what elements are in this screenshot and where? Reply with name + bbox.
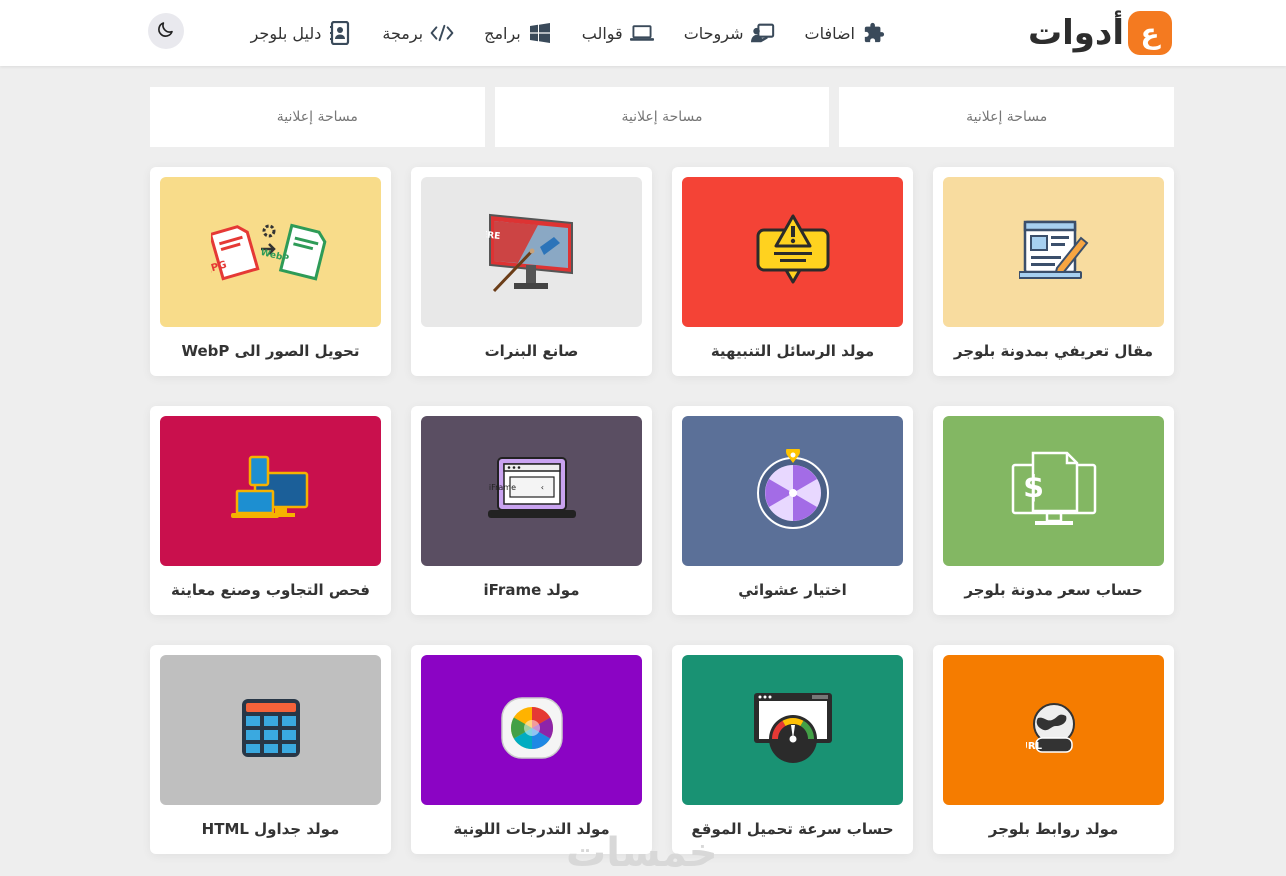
tool-card[interactable]: مولد التدرجات اللونية (411, 645, 652, 854)
tool-thumbnail (160, 416, 381, 566)
tool-card[interactable]: JPG WebP تحويل الصور الى WebP (150, 167, 391, 376)
color-wheel-icon (499, 695, 565, 765)
tool-thumbnail (682, 177, 903, 327)
speedometer-icon (752, 691, 834, 769)
tool-thumbnail (682, 416, 903, 566)
ad-slot[interactable]: مساحة إعلانية (839, 87, 1174, 147)
nav-label: برمجة (382, 23, 424, 43)
top-bar: ع أدوات اضافات شروحات قوالب برامج برمجة … (0, 0, 1286, 66)
table-icon (241, 698, 301, 762)
ad-row: مساحة إعلانية مساحة إعلانية مساحة إعلاني… (149, 87, 1174, 147)
ad-slot[interactable]: مساحة إعلانية (494, 87, 830, 147)
tool-thumbnail (160, 655, 381, 805)
contact-book-icon (328, 21, 352, 45)
tool-thumbnail (421, 655, 642, 805)
nav-item-plugins[interactable]: اضافات (805, 21, 887, 45)
tool-thumbnail (682, 655, 903, 805)
nav-label: برامج (484, 23, 521, 43)
iframe-laptop-icon: iFrame › (487, 456, 576, 526)
svg-text:$: $ (1023, 470, 1044, 505)
tool-title: صانع البنرات (484, 342, 579, 360)
alert-message-icon (756, 214, 830, 290)
tool-card[interactable]: اختيار عشوائي (672, 406, 913, 615)
logo-text: أدوات (1027, 13, 1125, 53)
tool-title: مولد الرسائل التنبيهية (710, 342, 875, 360)
tool-card[interactable]: مولد جداول HTML (150, 645, 391, 854)
spin-wheel-icon (755, 444, 831, 533)
svg-text:›: › (540, 483, 543, 492)
tool-thumbnail (943, 177, 1164, 327)
nav-item-programming[interactable]: برمجة (382, 21, 454, 45)
tools-grid: مقال تعريفي بمدونة بلوجر مولد الرسائل ال… (150, 167, 1174, 854)
nav-item-programs[interactable]: برامج (484, 21, 552, 45)
jpg-to-webp-icon: JPG WebP (205, 217, 331, 287)
tool-title: مولد جداول HTML (201, 820, 340, 838)
article-edit-icon (1017, 218, 1089, 286)
nav-label: شروحات (683, 23, 744, 43)
laptop-icon (629, 21, 654, 45)
nav-item-tutorials[interactable]: شروحات (684, 21, 775, 45)
tool-title: مقال تعريفي بمدونة بلوجر (953, 342, 1154, 360)
tool-card[interactable]: URL مولد روابط بلوجر (933, 645, 1174, 854)
responsive-devices-icon (230, 455, 311, 527)
tool-card[interactable]: iFrame › مولد iFrame (411, 406, 652, 615)
moon-icon (157, 20, 175, 42)
tool-thumbnail: ADVERTISING HERE (402, 177, 642, 327)
svg-text:URL: URL (1026, 741, 1043, 752)
nav-item-blogger-guide[interactable]: دليل بلوجر (251, 21, 353, 45)
logo-mark-icon: ع (1128, 11, 1172, 55)
tool-title: تحويل الصور الى WebP (181, 342, 360, 360)
teacher-icon (750, 21, 775, 45)
nav-label: دليل بلوجر (250, 23, 322, 43)
dollar-monitor-icon: $ (1011, 449, 1097, 533)
tool-title: حساب سعر مدونة بلوجر (964, 581, 1143, 599)
tool-title: فحص التجاوب وصنع معاينة (171, 581, 370, 599)
code-icon (430, 21, 454, 45)
billboard-icon: ADVERTISING HERE (402, 207, 578, 297)
theme-toggle-button[interactable] (148, 13, 184, 49)
watermark: خمسات (566, 830, 718, 876)
nav-label: اضافات (804, 23, 856, 43)
tool-title: مولد روابط بلوجر (988, 820, 1119, 838)
ad-slot[interactable]: مساحة إعلانية (149, 87, 485, 147)
tool-thumbnail: URL (943, 655, 1164, 805)
svg-text:iFrame: iFrame (488, 483, 515, 492)
windows-icon (528, 21, 552, 45)
tool-card[interactable]: مقال تعريفي بمدونة بلوجر (933, 167, 1174, 376)
tool-thumbnail: JPG WebP (160, 177, 381, 327)
puzzle-icon (862, 21, 886, 45)
tool-card[interactable]: فحص التجاوب وصنع معاينة (150, 406, 391, 615)
site-logo[interactable]: ع أدوات (1028, 10, 1172, 56)
url-globe-icon: URL (1019, 700, 1082, 760)
tool-card[interactable]: $ حساب سعر مدونة بلوجر (933, 406, 1174, 615)
tool-thumbnail: $ (943, 416, 1164, 566)
tool-card[interactable]: حساب سرعة تحميل الموقع (672, 645, 913, 854)
nav-item-templates[interactable]: قوالب (582, 21, 654, 45)
tool-card[interactable]: ADVERTISING HERE صانع البنرات (402, 167, 652, 376)
main-nav: اضافات شروحات قوالب برامج برمجة دليل بلو… (251, 16, 886, 50)
tool-title: مولد iFrame (483, 581, 580, 599)
tool-card[interactable]: مولد الرسائل التنبيهية (672, 167, 913, 376)
nav-label: قوالب (581, 23, 623, 43)
tool-title: اختيار عشوائي (738, 581, 847, 599)
tool-thumbnail: iFrame › (421, 416, 642, 566)
